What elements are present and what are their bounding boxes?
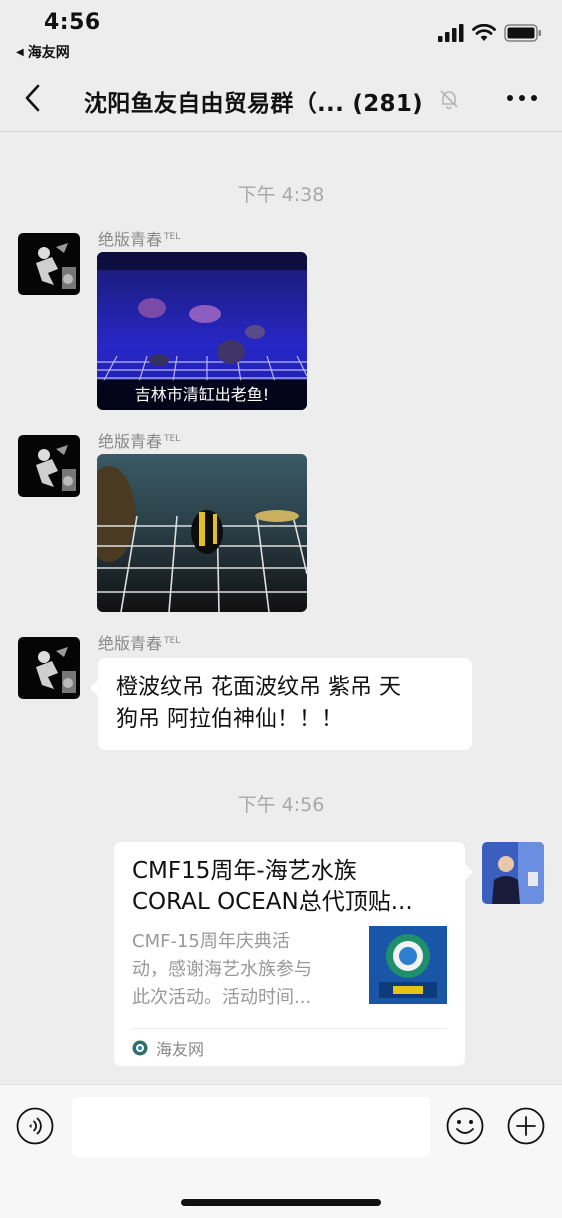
- timestamp: 下午 4:38: [237, 184, 325, 206]
- source-logo-icon: [132, 1040, 148, 1056]
- chat-header: 沈阳鱼友自由贸易群（... (281): [0, 66, 562, 132]
- card-desc-line: 动，感谢海艺水族参与: [132, 959, 312, 980]
- avatar-image: [18, 233, 80, 295]
- avatar-image: [482, 842, 544, 904]
- signal-icon: [438, 24, 464, 42]
- image-message[interactable]: 吉林市清缸出老鱼!: [97, 252, 307, 410]
- emoji-icon[interactable]: [446, 1107, 484, 1145]
- card-thumbnail: [369, 926, 447, 1004]
- sender-tag: TEL: [164, 635, 181, 646]
- chevron-left-icon[interactable]: [18, 80, 50, 116]
- sender-name-text: 绝版青春: [98, 230, 163, 249]
- aquarium-photo: [97, 454, 307, 612]
- home-indicator[interactable]: [181, 1199, 381, 1206]
- plus-icon[interactable]: [507, 1107, 545, 1145]
- image-caption: 吉林市清缸出老鱼!: [97, 380, 307, 410]
- card-desc-line: 此次活动。活动时间...: [132, 987, 312, 1008]
- voice-icon[interactable]: [16, 1107, 54, 1145]
- my-avatar[interactable]: [482, 842, 544, 904]
- avatar[interactable]: [18, 435, 80, 497]
- system-icons: [438, 24, 542, 42]
- card-description: CMF-15周年庆典活 动，感谢海艺水族参与 此次活动。活动时间...: [132, 928, 354, 1012]
- avatar-image: [18, 435, 80, 497]
- card-desc-line: CMF-15周年庆典活: [132, 931, 290, 952]
- card-source: 海友网: [132, 1036, 204, 1060]
- message-input[interactable]: [72, 1097, 430, 1157]
- status-time: 4:56: [44, 10, 101, 35]
- battery-icon: [504, 24, 541, 42]
- back-app-label: 海友网: [27, 45, 70, 61]
- text-message-bubble[interactable]: 橙波纹吊 花面波纹吊 紫吊 天 狗吊 阿拉伯神仙！！！: [90, 658, 472, 750]
- chat-title: 沈阳鱼友自由贸易群（... (281): [84, 91, 423, 117]
- message-text-line: 橙波纹吊 花面波纹吊 紫吊 天: [116, 675, 401, 700]
- image-message[interactable]: [97, 454, 307, 612]
- thumbnail-image: [369, 926, 447, 1004]
- card-divider: [132, 1028, 447, 1029]
- sender-name: 绝版青春 TEL: [98, 428, 180, 452]
- timestamp: 下午 4:56: [237, 794, 325, 816]
- card-source-label: 海友网: [156, 1040, 205, 1059]
- sender-tag: TEL: [164, 231, 181, 242]
- input-toolbar: [0, 1084, 562, 1218]
- sender-tag: TEL: [164, 433, 181, 444]
- bell-slash-icon: [440, 90, 458, 110]
- sender-name-text: 绝版青春: [98, 432, 163, 451]
- avatar[interactable]: [18, 637, 80, 699]
- sender-name: 绝版青春 TEL: [98, 226, 180, 250]
- status-bar: 4:56 ◀ 海友网: [0, 0, 562, 66]
- link-card-message[interactable]: CMF15周年-海艺水族 CORAL OCEAN总代顶贴... CMF-15周年…: [114, 842, 473, 1066]
- more-icon[interactable]: [506, 88, 538, 108]
- card-title: CMF15周年-海艺水族 CORAL OCEAN总代顶贴...: [132, 856, 452, 918]
- wifi-icon: [472, 24, 496, 41]
- sender-name: 绝版青春 TEL: [98, 630, 180, 654]
- message-text-line: 狗吊 阿拉伯神仙！！！: [116, 707, 343, 732]
- sender-name-text: 绝版青春: [98, 634, 163, 653]
- card-title-line: CMF15周年-海艺水族: [132, 858, 357, 884]
- avatar-image: [18, 637, 80, 699]
- back-to-app[interactable]: ◀ 海友网: [16, 42, 70, 62]
- card-title-line: CORAL OCEAN总代顶贴...: [132, 889, 413, 915]
- avatar[interactable]: [18, 233, 80, 295]
- back-triangle-icon: ◀: [16, 46, 24, 58]
